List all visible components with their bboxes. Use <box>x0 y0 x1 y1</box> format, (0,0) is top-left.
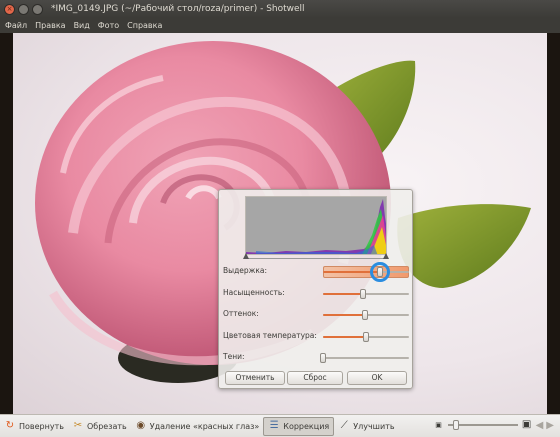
rotate-icon: ↻ <box>5 420 15 431</box>
saturation-row: Насыщенность: <box>223 285 409 303</box>
next-photo-icon[interactable]: ▶ <box>546 420 554 431</box>
magic-wand-icon: ⟋ <box>340 420 348 431</box>
menu-view[interactable]: Вид <box>74 21 90 30</box>
adjust-label: Коррекция <box>283 421 330 431</box>
histogram-white-point-handle[interactable] <box>383 253 389 259</box>
window-controls: × <box>4 3 43 15</box>
exposure-row: Выдержка: <box>223 262 409 282</box>
saturation-fill <box>323 293 364 295</box>
window-title: *IMG_0149.JPG (~/Рабочий стол/roza/prime… <box>51 4 305 14</box>
temperature-slider[interactable] <box>363 332 369 342</box>
redeye-button[interactable]: ◉ Удаление «красных глаз» <box>131 417 264 436</box>
menu-file[interactable]: Файл <box>5 21 27 30</box>
zoom-slider[interactable] <box>447 420 518 430</box>
rotate-label: Повернуть <box>19 421 64 431</box>
tint-slider[interactable] <box>362 310 369 320</box>
menu-bar: Файл Правка Вид Фото Справка <box>0 18 560 33</box>
temperature-fill <box>323 336 366 338</box>
cancel-button[interactable]: Отменить <box>225 371 285 385</box>
shadows-slider[interactable] <box>320 353 326 363</box>
tint-label: Оттенок: <box>223 309 259 318</box>
menu-help[interactable]: Справка <box>127 21 162 30</box>
minimize-window-button[interactable] <box>18 3 29 15</box>
crop-icon: ✂ <box>73 420 83 431</box>
saturation-slider[interactable] <box>360 289 367 299</box>
histogram <box>245 196 387 255</box>
close-window-button[interactable]: × <box>4 3 15 15</box>
shadows-label: Тени: <box>223 352 245 361</box>
adjust-dialog: Выдержка: Насыщенность: Оттенок: Цветова… <box>218 189 413 389</box>
adjust-icon: ☰ <box>269 420 279 431</box>
reset-button[interactable]: Сброс <box>287 371 343 385</box>
rotate-button[interactable]: ↻ Повернуть <box>0 417 68 436</box>
tint-fill <box>323 314 366 316</box>
temperature-row: Цветовая температура: <box>223 328 409 346</box>
tint-row: Оттенок: <box>223 306 409 324</box>
temperature-label: Цветовая температура: <box>223 331 317 340</box>
histogram-black-point-handle[interactable] <box>243 253 249 259</box>
crop-label: Обрезать <box>86 421 127 431</box>
enhance-button[interactable]: ⟋ Улучшить <box>334 417 398 436</box>
zoom-slider-knob[interactable] <box>452 420 459 430</box>
shadows-row: Тени: <box>223 349 409 367</box>
saturation-label: Насыщенность: <box>223 288 285 297</box>
redeye-label: Удаление «красных глаз» <box>149 421 260 431</box>
zoom-controls: ▣ ▣ ◀ ▶ <box>433 419 554 431</box>
ok-button[interactable]: OK <box>347 371 407 385</box>
eye-icon: ◉ <box>136 420 146 431</box>
menu-edit[interactable]: Правка <box>35 21 65 30</box>
close-icon: × <box>6 4 13 13</box>
histogram-range-track <box>245 258 387 259</box>
editing-toolbar: ↻ Повернуть ✂ Обрезать ◉ Удаление «красн… <box>0 414 560 437</box>
maximize-window-button[interactable] <box>32 3 43 15</box>
zoom-out-icon[interactable]: ▣ <box>433 419 445 431</box>
exposure-slider-focus-ring <box>369 262 390 282</box>
exposure-label: Выдержка: <box>223 266 268 275</box>
crop-button[interactable]: ✂ Обрезать <box>68 417 131 436</box>
histogram-graph <box>246 197 386 254</box>
zoom-in-icon[interactable]: ▣ <box>521 419 533 431</box>
enhance-label: Улучшить <box>353 421 395 431</box>
title-bar: × *IMG_0149.JPG (~/Рабочий стол/roza/pri… <box>0 0 560 18</box>
previous-photo-icon[interactable]: ◀ <box>536 420 544 431</box>
shadows-track[interactable] <box>323 357 409 359</box>
menu-photo[interactable]: Фото <box>98 21 119 30</box>
adjust-button[interactable]: ☰ Коррекция <box>263 416 335 436</box>
